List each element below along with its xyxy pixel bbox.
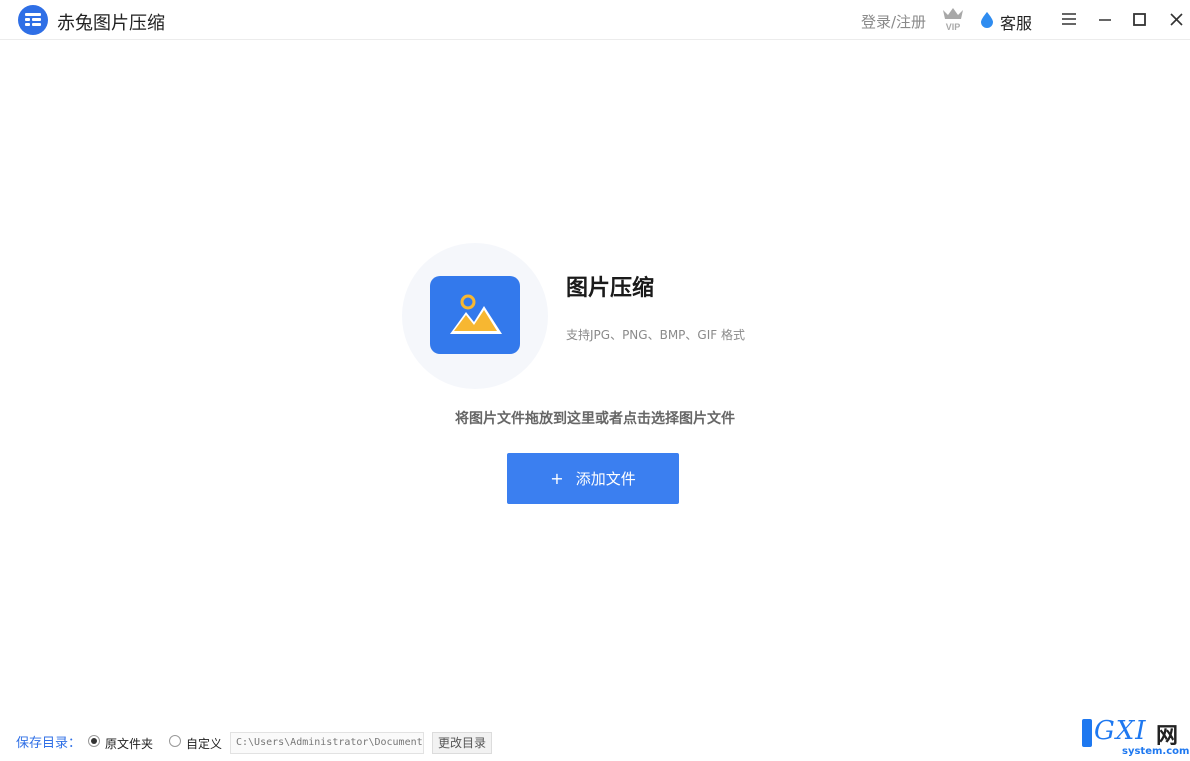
close-icon[interactable] (1166, 8, 1188, 30)
plus-icon: + (550, 469, 564, 488)
minimize-icon[interactable] (1094, 8, 1116, 30)
change-directory-button[interactable]: 更改目录 (432, 732, 492, 754)
menu-icon[interactable] (1058, 8, 1080, 30)
radio-original-folder-label[interactable]: 原文件夹 (105, 735, 153, 752)
vip-crown-icon[interactable]: VIP (940, 6, 966, 32)
watermark-sub: system.com (1122, 746, 1190, 757)
add-file-label: 添加文件 (575, 470, 636, 488)
title-bar: 赤兔图片压缩 登录/注册 VIP 客服 (0, 0, 1190, 40)
customer-service-link[interactable]: 客服 (1000, 10, 1032, 34)
maximize-icon[interactable] (1129, 8, 1151, 30)
image-picture-icon (430, 276, 520, 354)
radio-custom-folder-label[interactable]: 自定义 (186, 735, 222, 752)
add-file-button[interactable]: + 添加文件 (507, 453, 679, 504)
svg-text:VIP: VIP (946, 22, 961, 32)
drop-hint-text: 将图片文件拖放到这里或者点击选择图片文件 (455, 411, 735, 427)
site-watermark-logo: GXI 网 system.com (1082, 716, 1190, 758)
app-title: 赤兔图片压缩 (57, 13, 165, 34)
radio-original-folder[interactable] (88, 735, 100, 747)
login-register-link[interactable]: 登录/注册 (861, 11, 926, 32)
save-directory-label: 保存目录： (16, 736, 82, 751)
radio-custom-folder[interactable] (169, 735, 181, 747)
service-drop-icon (981, 12, 993, 28)
page-title: 图片压缩 (566, 276, 655, 301)
watermark-main: GXI (1094, 716, 1147, 746)
supported-formats-text: 支持JPG、PNG、BMP、GIF 格式 (566, 328, 745, 342)
watermark-bar (1082, 719, 1092, 747)
save-path-input[interactable]: C:\Users\Administrator\Documents (230, 732, 424, 754)
app-logo-icon (18, 5, 48, 35)
